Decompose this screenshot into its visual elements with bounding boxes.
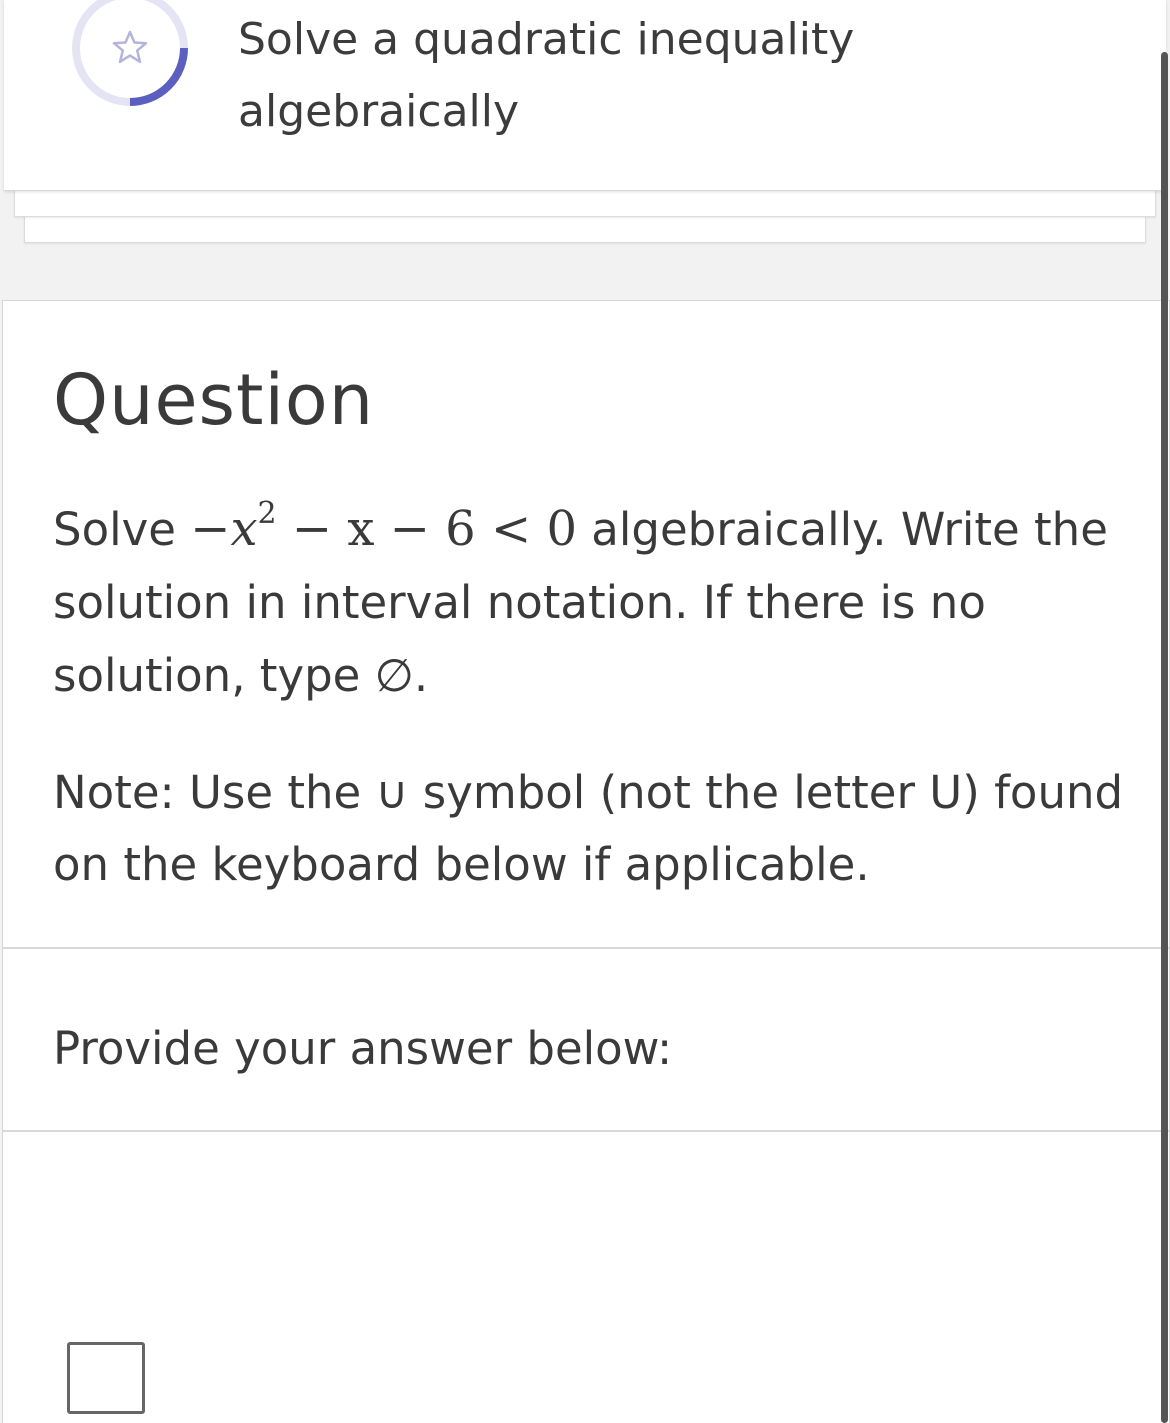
progress-ring	[72, 0, 188, 106]
question-text: Solve −x2 − x − 6 < 0 algebraically. Wri…	[53, 493, 1133, 712]
note-prefix: Note: Use the	[53, 766, 362, 819]
inequality-expression: −x2 − x − 6 < 0	[190, 499, 577, 558]
divider	[3, 1130, 1169, 1132]
expr-rest: − x − 6 < 0	[276, 501, 577, 557]
expr-minus: −	[190, 501, 231, 557]
union-note: Note: Use the ∪ symbol (not the letter U…	[53, 757, 1143, 901]
scrollbar-thumb[interactable]	[1161, 52, 1168, 1423]
expr-variable: x	[230, 501, 258, 557]
divider	[3, 947, 1169, 949]
answer-prompt: Provide your answer below:	[53, 1022, 673, 1075]
prompt-prefix: Solve	[53, 503, 176, 556]
question-card: Question Solve −x2 − x − 6 < 0 algebraic…	[2, 300, 1170, 1423]
page: Solve a quadratic inequality algebraical…	[0, 0, 1170, 1423]
scrollbar[interactable]	[1156, 0, 1170, 1423]
expr-exponent: 2	[257, 496, 277, 531]
star-icon	[112, 30, 148, 64]
topic-header-card[interactable]: Solve a quadratic inequality algebraical…	[4, 0, 1166, 191]
topic-title: Solve a quadratic inequality algebraical…	[238, 14, 855, 137]
stacked-card-shadow-2	[24, 216, 1146, 243]
union-symbol: ∪	[375, 766, 409, 819]
answer-input[interactable]	[67, 1342, 145, 1414]
stacked-card-shadow-1	[14, 190, 1156, 217]
question-heading: Question	[53, 359, 375, 441]
